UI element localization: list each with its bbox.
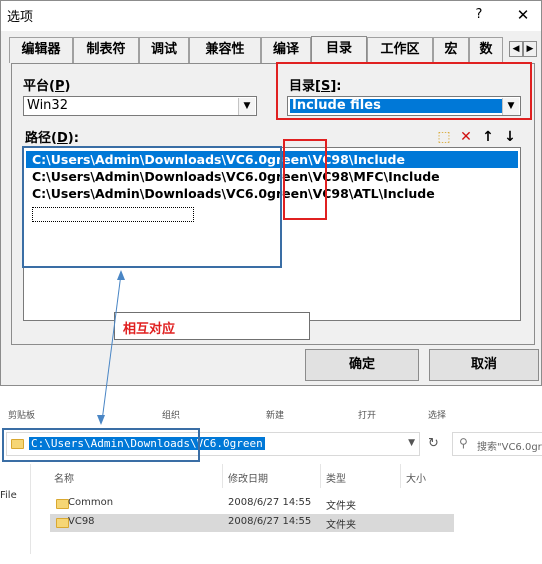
search-box[interactable]: ⚲ 搜索"VC6.0gree — [452, 432, 542, 456]
chevron-down-icon[interactable]: ▼ — [408, 438, 415, 448]
ribbon-group-label: 打开 — [358, 411, 377, 421]
column-divider — [320, 464, 321, 488]
table-row[interactable]: Common 2008/6/27 14:55 文件夹 — [50, 495, 454, 513]
ribbon-group-label: 剪贴板 — [8, 411, 36, 421]
column-header-type[interactable]: 类型 — [326, 470, 346, 485]
refresh-icon[interactable]: ↻ — [428, 436, 439, 451]
table-row[interactable]: VC98 2008/6/27 14:55 文件夹 — [50, 514, 454, 532]
file-type: 文件夹 — [326, 520, 356, 531]
file-date: 2008/6/27 14:55 — [228, 497, 312, 508]
search-icon: ⚲ — [459, 436, 468, 450]
column-divider — [400, 464, 401, 488]
explorer-ribbon-groups: 剪贴板 组织 新建 打开 选择 — [0, 408, 542, 421]
column-header-size[interactable]: 大小 — [406, 470, 426, 485]
column-header-date[interactable]: 修改日期 — [228, 470, 268, 485]
column-header-name[interactable]: 名称 — [54, 470, 74, 485]
address-highlight-box — [2, 428, 200, 462]
ribbon-group-label: 选择 — [428, 411, 447, 421]
connector-arrow — [97, 270, 125, 425]
ribbon-group-label: 组织 — [162, 411, 181, 421]
file-date: 2008/6/27 14:55 — [228, 516, 312, 527]
file-name: VC98 — [68, 516, 95, 527]
ribbon-group-label: 新建 — [266, 411, 285, 421]
nav-pane-label: File — [0, 490, 17, 501]
column-divider — [222, 464, 223, 488]
file-type: 文件夹 — [326, 501, 356, 512]
file-name: Common — [68, 497, 114, 508]
search-placeholder: 搜索"VC6.0gree — [477, 442, 542, 453]
nav-pane-divider — [30, 464, 31, 554]
